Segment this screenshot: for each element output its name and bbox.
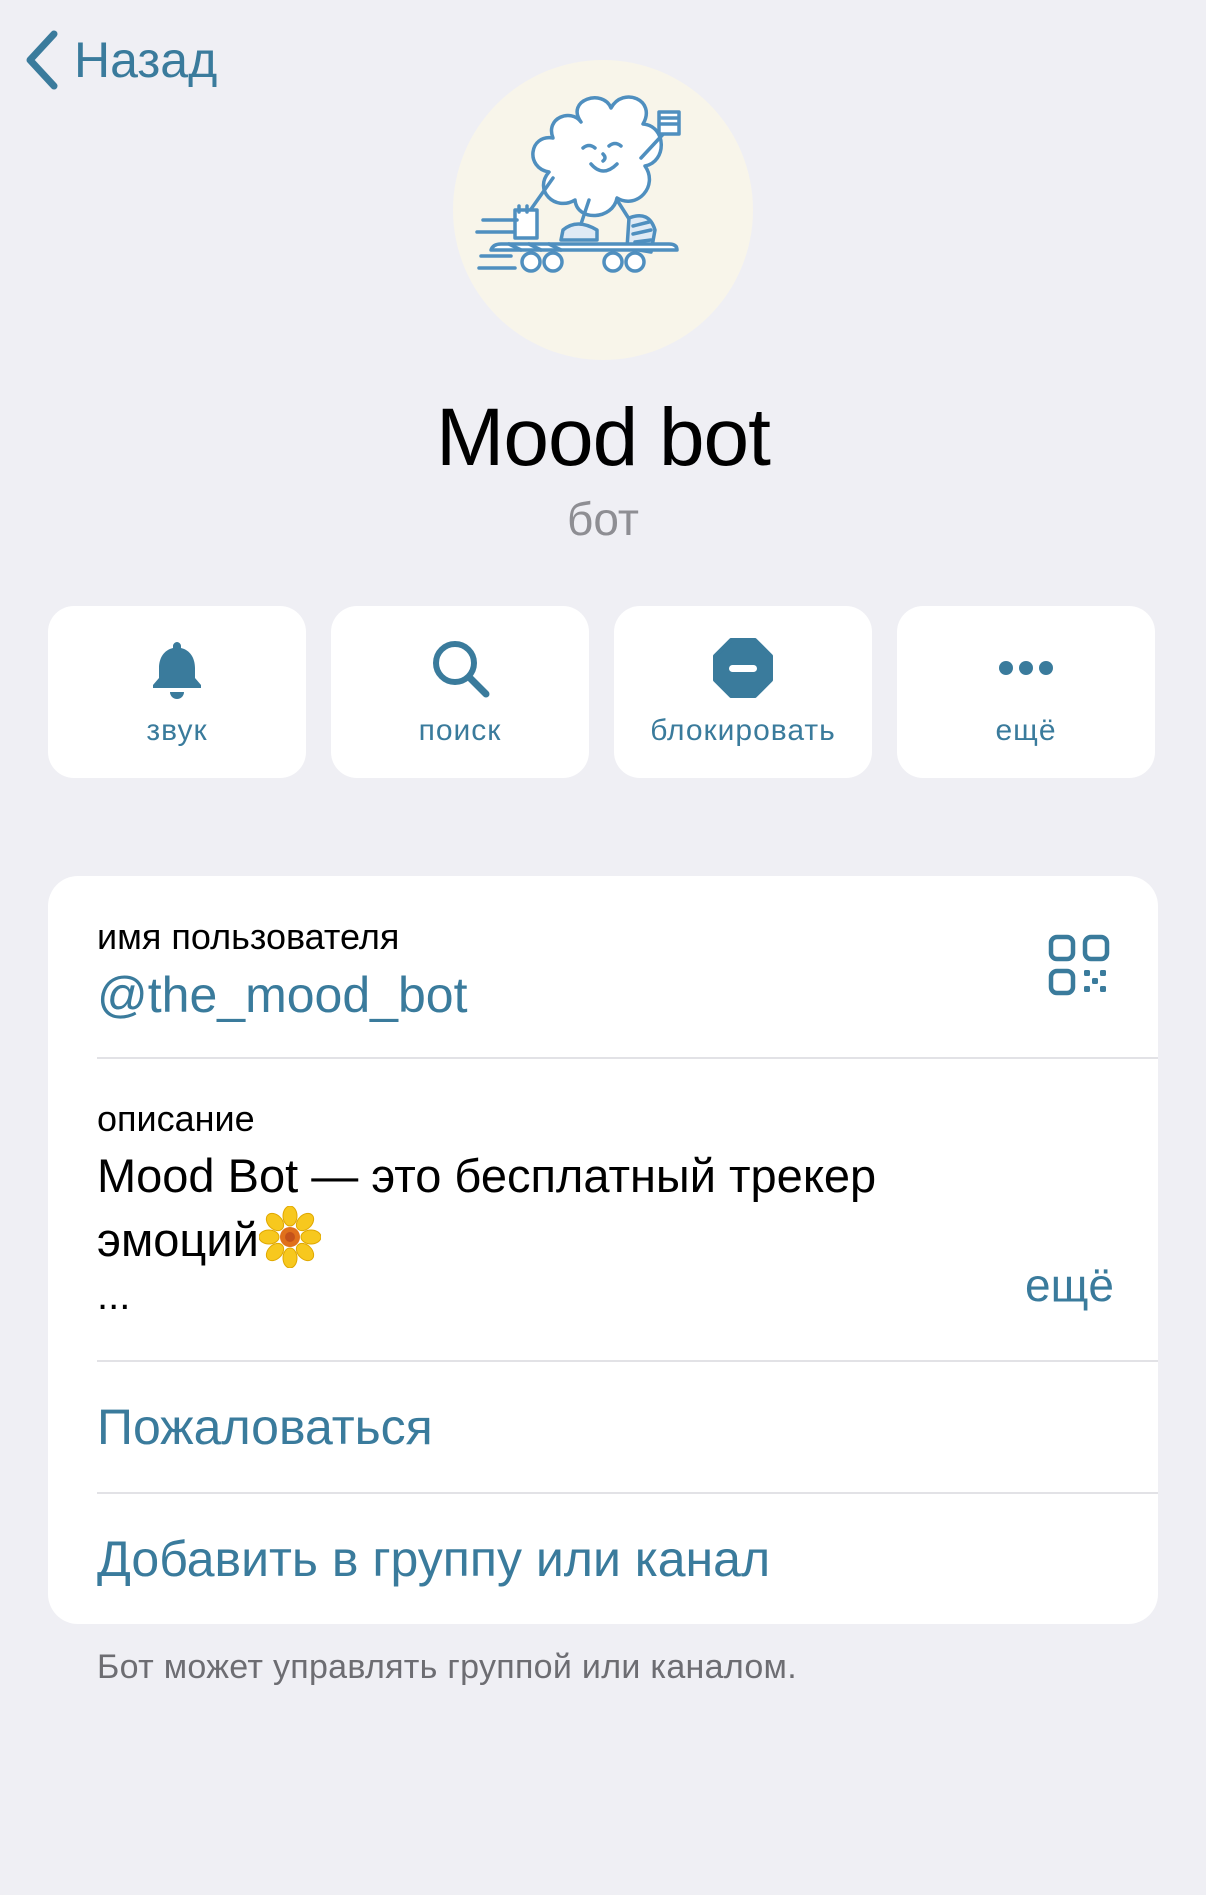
search-icon	[428, 636, 492, 700]
chevron-left-icon	[26, 30, 58, 90]
description-more-link[interactable]: ещё	[1025, 1258, 1114, 1312]
username-value[interactable]: @the_mood_bot	[97, 966, 467, 1024]
back-label: Назад	[74, 32, 218, 88]
more-dots-icon	[994, 636, 1058, 700]
sound-button[interactable]: звук	[48, 606, 306, 778]
report-row[interactable]: Пожаловаться	[97, 1361, 1158, 1493]
bot-name: Mood bot	[436, 392, 771, 483]
bot-type-label: бот	[567, 493, 639, 545]
bot-avatar[interactable]	[453, 60, 753, 360]
description-line-1: Mood Bot — это бесплатный трекер	[97, 1149, 877, 1202]
search-button[interactable]: поиск	[331, 606, 589, 778]
qr-code-icon[interactable]	[1048, 934, 1110, 996]
more-button[interactable]: ещё	[897, 606, 1155, 778]
description-label: описание	[97, 1098, 255, 1139]
add-to-group-link[interactable]: Добавить в группу или канал	[97, 1493, 770, 1624]
report-link[interactable]: Пожаловаться	[97, 1361, 433, 1493]
description-line-2: эмоций	[97, 1213, 259, 1266]
back-button[interactable]: Назад	[22, 28, 217, 92]
username-label: имя пользователя	[97, 916, 400, 957]
info-card: имя пользователя @the_mood_bot описание	[48, 876, 1158, 1624]
search-label: поиск	[418, 714, 502, 747]
description-text: Mood Bot — это бесплатный трекер эмоций	[97, 1146, 997, 1270]
block-label: блокировать	[650, 714, 836, 747]
block-icon	[711, 636, 775, 700]
bell-icon	[145, 636, 209, 700]
block-button[interactable]: блокировать	[614, 606, 872, 778]
description-ellipsis: ...	[97, 1274, 131, 1318]
description-row: описание Mood Bot — это бесплатный треке…	[97, 1058, 1158, 1361]
sound-label: звук	[146, 714, 208, 747]
skateboarding-flower-icon	[475, 95, 681, 273]
bot-profile-screen: Назад Mood bot бот звук поиск блокироват…	[0, 0, 1206, 1895]
footnote-text: Бот может управлять группой или каналом.	[97, 1648, 797, 1686]
more-label: ещё	[995, 714, 1057, 747]
add-to-group-row[interactable]: Добавить в группу или канал	[97, 1493, 1158, 1624]
username-row[interactable]: имя пользователя @the_mood_bot	[97, 876, 1158, 1058]
action-bar: звук поиск блокировать ещё	[48, 606, 1155, 778]
sunflower-emoji-icon	[258, 1205, 322, 1269]
